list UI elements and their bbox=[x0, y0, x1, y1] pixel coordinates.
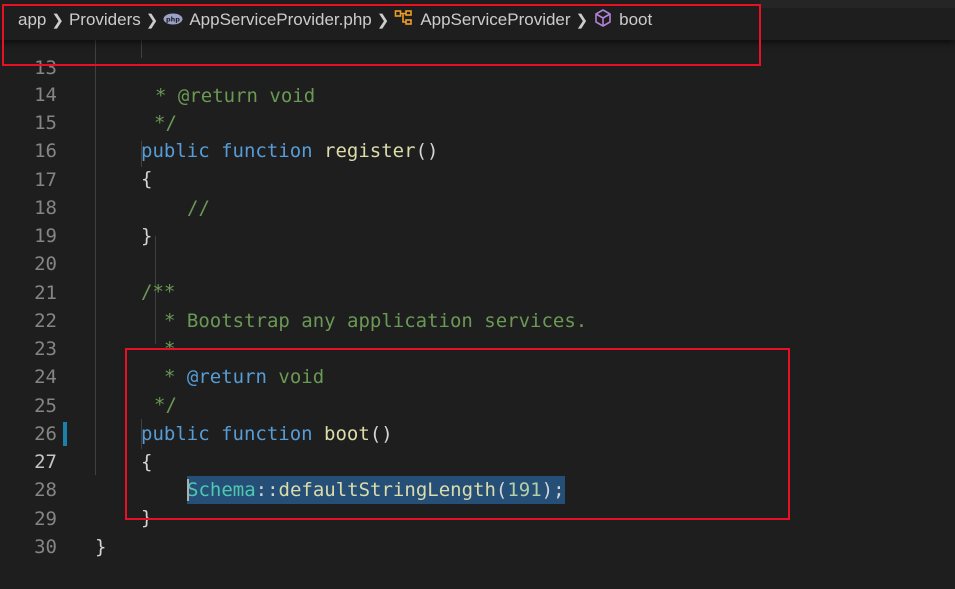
chevron-right-icon: ❯ bbox=[145, 12, 159, 29]
breadcrumb-item-class[interactable]: AppServiceProvider bbox=[394, 9, 571, 32]
code-line: 21 * Bootstrap any application services. bbox=[34, 282, 588, 332]
svg-text:php: php bbox=[166, 16, 180, 24]
code-line: 14 */ bbox=[34, 84, 177, 134]
chevron-right-icon: ❯ bbox=[376, 12, 390, 29]
breadcrumb-label: Providers bbox=[68, 10, 141, 29]
method-cube-icon bbox=[593, 8, 613, 33]
class-icon bbox=[394, 9, 414, 32]
code-line: 19 bbox=[34, 225, 57, 247]
breadcrumb-item-method[interactable]: boot bbox=[593, 8, 652, 33]
code-line-active: 27 Schema::defaultStringLength(191); bbox=[0, 420, 955, 504]
chevron-right-icon: ❯ bbox=[575, 12, 589, 29]
code-line: 24 */ bbox=[34, 366, 177, 416]
code-line: 20 /** bbox=[34, 253, 176, 303]
code-line: 28 } bbox=[34, 479, 153, 529]
breadcrumb-label: AppServiceProvider.php bbox=[189, 10, 372, 29]
code-line: 22 * bbox=[34, 310, 176, 360]
code-line: 23 * @return void bbox=[34, 338, 325, 388]
breadcrumb-item-app[interactable]: app bbox=[18, 10, 46, 30]
code-editor[interactable]: 13 * @return void 14 */ 15 public functi… bbox=[0, 0, 955, 558]
code-line: 16 { bbox=[34, 140, 153, 190]
code-line: 29 } bbox=[34, 508, 107, 558]
code-line: 26 { bbox=[34, 423, 153, 473]
code-line: 25 public function boot() bbox=[34, 395, 393, 445]
breadcrumb-label: app bbox=[18, 10, 47, 29]
tab-strip bbox=[760, 0, 955, 8]
breadcrumb-label: AppServiceProvider bbox=[420, 10, 571, 29]
code-line: 17 // bbox=[34, 169, 210, 219]
breadcrumb-item-providers[interactable]: Providers bbox=[69, 10, 141, 30]
code-line: 15 public function register() bbox=[34, 112, 439, 162]
code-line: 30 bbox=[34, 536, 57, 558]
code-line: 18 } bbox=[34, 197, 153, 247]
php-file-icon: php bbox=[163, 10, 183, 30]
breadcrumb-label: boot bbox=[619, 10, 653, 29]
breadcrumb-item-file[interactable]: php AppServiceProvider.php bbox=[163, 10, 372, 30]
chevron-right-icon: ❯ bbox=[51, 12, 64, 29]
